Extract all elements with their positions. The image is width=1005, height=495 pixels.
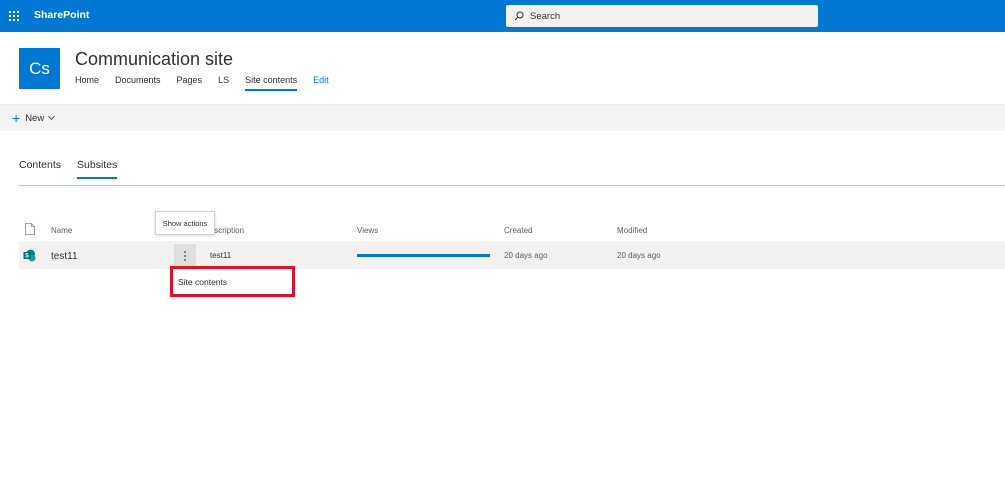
search-placeholder: Search — [530, 10, 561, 22]
tabs-divider — [19, 185, 1005, 186]
tab-contents[interactable]: Contents — [19, 159, 61, 179]
sharepoint-site-icon: S — [23, 249, 36, 262]
app-name[interactable]: SharePoint — [34, 9, 89, 21]
svg-text:S: S — [25, 254, 29, 260]
content-tabs: Contents Subsites — [19, 159, 133, 179]
column-header-name[interactable]: Name — [51, 226, 72, 235]
subsite-modified: 20 days ago — [617, 251, 661, 260]
search-icon — [514, 11, 524, 21]
show-actions-button[interactable] — [174, 244, 196, 268]
menu-item-site-contents[interactable]: Site contents — [178, 277, 227, 287]
chevron-down-icon — [48, 112, 56, 121]
suite-bar: SharePoint Search — [0, 0, 1005, 32]
search-box[interactable]: Search — [506, 5, 818, 27]
command-bar: + New — [0, 104, 1005, 131]
views-bar — [357, 254, 490, 257]
site-navigation: Home Documents Pages LS Site contents Ed… — [75, 75, 345, 91]
context-menu: Site contents — [170, 266, 295, 297]
file-type-icon[interactable] — [25, 223, 35, 235]
nav-edit-link[interactable]: Edit — [313, 75, 329, 91]
new-button-label: New — [25, 112, 45, 124]
nav-site-contents[interactable]: Site contents — [245, 75, 298, 91]
subsite-created: 20 days ago — [504, 251, 548, 260]
site-logo[interactable]: Cs — [19, 48, 60, 89]
show-actions-tooltip: Show actions — [155, 211, 215, 235]
nav-pages[interactable]: Pages — [177, 75, 203, 91]
column-header-views[interactable]: Views — [357, 226, 378, 235]
subsite-name-link[interactable]: test11 — [51, 251, 78, 262]
nav-ls[interactable]: LS — [218, 75, 229, 91]
plus-icon: + — [12, 110, 21, 126]
site-title[interactable]: Communication site — [75, 49, 233, 70]
subsite-description: test11 — [210, 251, 232, 260]
app-launcher-icon[interactable] — [0, 0, 28, 32]
column-header-modified[interactable]: Modified — [617, 226, 647, 235]
tab-subsites[interactable]: Subsites — [77, 159, 118, 179]
new-button[interactable]: + New — [12, 110, 56, 126]
nav-home[interactable]: Home — [75, 75, 99, 91]
column-header-created[interactable]: Created — [504, 226, 532, 235]
nav-documents[interactable]: Documents — [115, 75, 161, 91]
